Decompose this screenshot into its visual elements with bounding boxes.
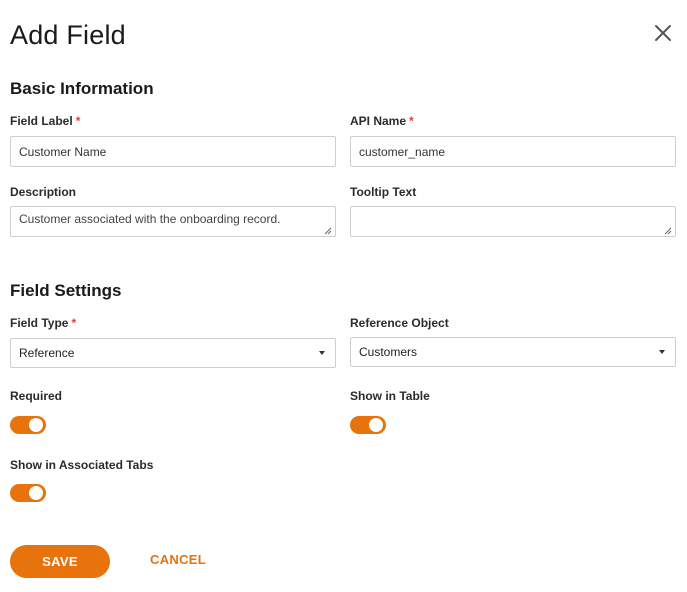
required-mark: *: [409, 114, 414, 128]
description-label: Description: [10, 185, 77, 199]
basic-information-heading: Basic Information: [10, 79, 154, 98]
field-type-select[interactable]: Reference: [10, 338, 336, 368]
close-icon: [655, 25, 671, 41]
api-name-input[interactable]: [350, 136, 676, 167]
toggle-knob: [29, 418, 43, 432]
tooltip-text-textarea[interactable]: [350, 206, 676, 237]
field-type-selected-value: Reference: [19, 346, 75, 360]
field-label-label-text: Field Label: [10, 114, 73, 128]
field-type-label: Field Type *: [10, 316, 76, 330]
toggle-knob: [29, 486, 43, 500]
api-name-label: API Name *: [350, 114, 414, 128]
dialog-title: Add Field: [10, 20, 126, 50]
toggle-knob: [369, 418, 383, 432]
required-mark: *: [75, 114, 81, 128]
description-textarea[interactable]: Customer associated with the onboarding …: [10, 206, 336, 237]
show-in-associated-tabs-label: Show in Associated Tabs: [10, 458, 154, 472]
close-button[interactable]: [651, 21, 675, 45]
field-type-label-text: Field Type: [10, 316, 69, 330]
reference-object-select[interactable]: Customers: [350, 337, 676, 367]
field-label-input[interactable]: [10, 136, 336, 167]
required-mark: *: [71, 316, 77, 330]
chevron-down-icon: [659, 350, 665, 354]
required-toggle[interactable]: [10, 416, 46, 434]
required-label: Required: [10, 389, 63, 403]
field-settings-heading: Field Settings: [10, 281, 122, 300]
field-label-label: Field Label *: [10, 114, 80, 128]
tooltip-text-label: Tooltip Text: [350, 185, 417, 199]
show-in-table-toggle[interactable]: [350, 416, 386, 434]
reference-object-label: Reference Object: [350, 316, 449, 330]
api-name-label-text: API Name: [350, 114, 407, 128]
chevron-down-icon: [319, 351, 325, 355]
show-in-table-label: Show in Table: [350, 389, 430, 403]
reference-object-selected-value: Customers: [359, 345, 418, 359]
show-in-associated-tabs-toggle[interactable]: [10, 484, 46, 502]
save-button[interactable]: SAVE: [10, 545, 110, 578]
cancel-button[interactable]: CANCEL: [150, 552, 206, 567]
